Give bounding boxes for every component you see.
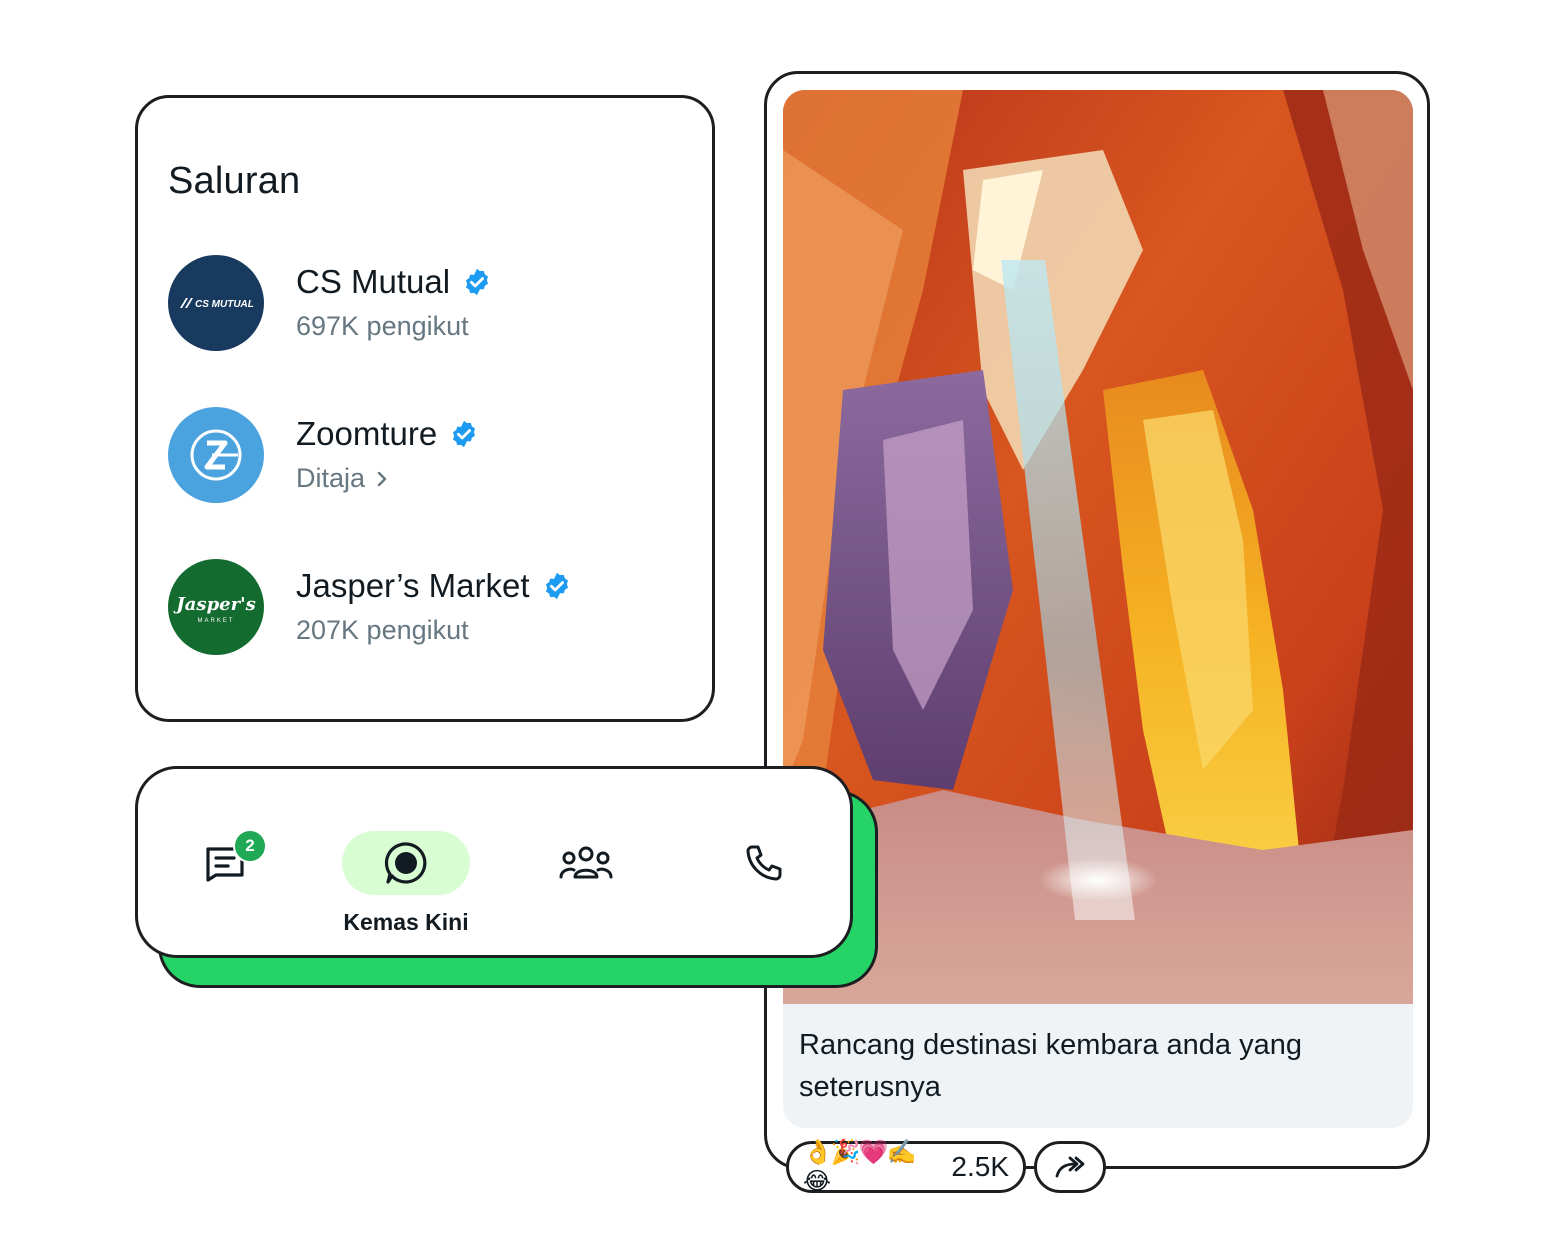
communities-icon xyxy=(559,846,613,879)
bottom-nav: 2 Kemas Kini xyxy=(135,766,853,958)
reaction-emojis: 👌🎉💗✍️😂 xyxy=(803,1139,917,1195)
channel-row-zoomture[interactable]: Zoomture Ditaja xyxy=(168,407,688,505)
channel-name: Jasper’s Market xyxy=(296,567,572,605)
channel-sponsored[interactable]: Ditaja xyxy=(296,463,389,494)
chats-unread-badge: 2 xyxy=(233,829,267,863)
post-caption-box: Rancang destinasi kembara anda yang sete… xyxy=(783,1004,1413,1128)
cs-mutual-avatar: CS MUTUAL xyxy=(168,255,264,351)
channels-card: Saluran CS MUTUAL CS Mutual 697K pengiku… xyxy=(135,95,715,722)
zoomture-avatar xyxy=(168,407,264,503)
channels-title: Saluran xyxy=(168,160,301,202)
chevron-right-icon xyxy=(377,471,387,486)
channel-followers: 697K pengikut xyxy=(296,311,469,341)
verified-icon xyxy=(453,420,476,448)
jaspers-logo-text: Jasper's xyxy=(173,594,255,615)
cs-mutual-logo-text: CS MUTUAL xyxy=(195,299,254,310)
channel-name: Zoomture xyxy=(296,415,479,453)
channel-followers: 207K pengikut xyxy=(296,615,469,645)
reactions-pill[interactable]: 👌🎉💗✍️😂 2.5K xyxy=(786,1139,1026,1195)
forward-icon xyxy=(1055,1156,1085,1178)
jaspers-market-avatar: Jasper's MARKET xyxy=(168,559,264,655)
updates-icon xyxy=(384,842,427,884)
verified-icon xyxy=(545,572,568,600)
channel-row-cs-mutual[interactable]: CS MUTUAL CS Mutual 697K pengikut xyxy=(168,255,688,353)
forward-button[interactable] xyxy=(1034,1141,1106,1193)
nav-updates-label: Kemas Kini xyxy=(343,909,469,935)
nav-communities[interactable] xyxy=(522,831,650,895)
jaspers-logo-subtext: MARKET xyxy=(197,618,234,624)
channel-post-card[interactable]: Rancang destinasi kembara anda yang sete… xyxy=(764,71,1430,1169)
verified-icon xyxy=(466,268,489,296)
nav-updates[interactable] xyxy=(342,831,470,895)
channel-row-jaspers-market[interactable]: Jasper's MARKET Jasper’s Market 207K pen… xyxy=(168,559,688,657)
post-caption: Rancang destinasi kembara anda yang sete… xyxy=(799,1029,1302,1103)
nav-calls[interactable] xyxy=(700,831,828,895)
reaction-count: 2.5K xyxy=(951,1151,1009,1182)
phone-icon xyxy=(746,845,782,881)
nav-chats[interactable] xyxy=(162,831,290,895)
channel-name: CS Mutual xyxy=(296,263,492,301)
